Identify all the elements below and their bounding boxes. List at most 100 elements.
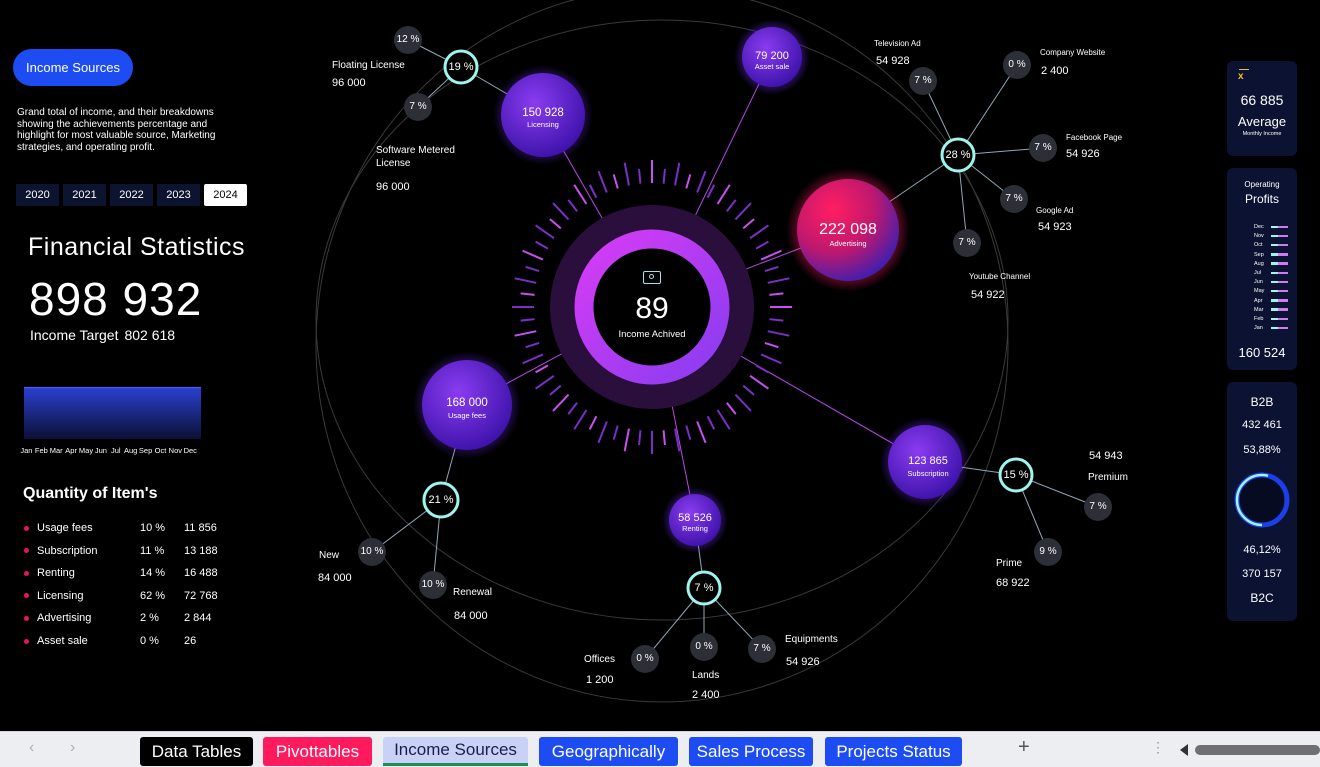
tab-projects-status[interactable]: Projects Status bbox=[825, 737, 962, 766]
op-bar-pink bbox=[1278, 289, 1288, 293]
bullet-icon bbox=[24, 615, 29, 621]
income-sources-button[interactable]: Income Sources bbox=[13, 49, 133, 86]
close-icon[interactable]: x bbox=[1238, 71, 1244, 82]
tab-pivottables[interactable]: Pivottables bbox=[263, 737, 372, 766]
tick-mark bbox=[567, 199, 578, 212]
prime-value: 68 922 bbox=[996, 577, 1030, 589]
tick-mark bbox=[767, 330, 790, 337]
node-percent: 21 % bbox=[428, 494, 454, 506]
op-bar-pink bbox=[1278, 271, 1288, 274]
op-month-label: Jan bbox=[1254, 325, 1263, 332]
tick-mark bbox=[638, 168, 642, 184]
average-card: x 66 885 Average Monthly Income bbox=[1227, 61, 1297, 156]
tick-mark bbox=[552, 202, 570, 221]
qty-count: 2 844 bbox=[184, 612, 212, 625]
add-sheet-icon[interactable]: + bbox=[1018, 736, 1030, 759]
b2c-value: 370 157 bbox=[1242, 568, 1282, 580]
tick-mark bbox=[716, 184, 731, 205]
op-month-label: Nov bbox=[1254, 233, 1264, 240]
renewal-label: Renewal bbox=[453, 587, 492, 598]
tick-mark bbox=[696, 170, 707, 193]
tick-mark bbox=[767, 277, 790, 284]
tab-income-sources[interactable]: Income Sources bbox=[383, 737, 528, 766]
more-options-icon[interactable]: ⋮ bbox=[1151, 739, 1165, 756]
op-bar-cyan bbox=[1271, 289, 1278, 293]
hub-renting-value: 58 526 bbox=[678, 512, 712, 524]
node-percent: 7 % bbox=[1089, 501, 1107, 512]
qty-count: 11 856 bbox=[184, 522, 217, 534]
tick-mark bbox=[514, 277, 537, 284]
floating-license-value: 96 000 bbox=[332, 77, 366, 89]
month-axis: Jan Feb Mar Apr May Jun Jul Aug Sep Oct Nov Dec bbox=[19, 446, 198, 455]
income-target-value: 802 618 bbox=[124, 327, 176, 343]
qty-count: 16 488 bbox=[184, 567, 218, 580]
financial-statistics-title: Financial Statistics bbox=[28, 233, 246, 261]
tick-mark bbox=[685, 174, 692, 189]
tick-mark bbox=[549, 218, 562, 230]
operating-title: Profits bbox=[1244, 192, 1279, 206]
tick-mark bbox=[769, 318, 784, 322]
tick-mark bbox=[552, 393, 570, 412]
b2b-b2c-card: B2B 432 461 53,88% 46,12% 370 157 B2C bbox=[1227, 382, 1297, 621]
scroll-left-icon[interactable] bbox=[1180, 744, 1188, 756]
hub-usage-label: Usage fees bbox=[448, 411, 486, 420]
tick-mark bbox=[764, 342, 779, 349]
description-text: Grand total of income, and their breakdo… bbox=[17, 107, 216, 153]
tick-mark bbox=[567, 402, 578, 415]
renewal-value: 84 000 bbox=[454, 610, 488, 622]
horizontal-scrollbar[interactable] bbox=[1195, 745, 1320, 755]
income-target: Income Target 802 618 bbox=[30, 327, 175, 343]
tv-ad-label: Television Ad bbox=[874, 39, 921, 48]
tab-geographically[interactable]: Geographically bbox=[539, 737, 678, 766]
year-2021-button[interactable]: 2021 bbox=[63, 184, 106, 206]
op-month-label: Aug bbox=[1254, 260, 1264, 267]
google-ad-value: 54 923 bbox=[1038, 221, 1072, 233]
company-website-label: Company Website bbox=[1040, 48, 1106, 57]
year-selector: 2020 2021 2022 2023 2024 bbox=[16, 184, 247, 206]
op-bar-pink bbox=[1278, 262, 1288, 265]
qty-pct: 0 % bbox=[140, 635, 159, 647]
node-percent: 7 % bbox=[1034, 142, 1052, 153]
year-2023-button[interactable]: 2023 bbox=[157, 184, 200, 206]
hub-asset-value: 79 200 bbox=[755, 50, 789, 62]
tab-sales-process[interactable]: Sales Process bbox=[689, 737, 813, 766]
youtube-label: Youtube Channel bbox=[969, 272, 1031, 281]
operating-profits-card: Operating Profits Dec Nov Oct Sep Aug Jul Jun M… bbox=[1227, 168, 1297, 370]
hub-asset-label: Asset sale bbox=[754, 62, 790, 71]
tick-mark bbox=[525, 342, 540, 349]
op-bar-cyan bbox=[1271, 326, 1278, 330]
money-icon bbox=[643, 271, 661, 284]
node-percent: 12 % bbox=[396, 34, 420, 45]
year-2020-button[interactable]: 2020 bbox=[16, 184, 59, 206]
op-bar-pink bbox=[1278, 225, 1288, 228]
tick-mark bbox=[734, 202, 752, 221]
op-bar-pink bbox=[1278, 308, 1288, 311]
op-bar-pink bbox=[1278, 280, 1288, 284]
hub-subscription-text: 123 865 Subscription bbox=[878, 455, 978, 478]
tick-mark bbox=[520, 318, 535, 322]
tick-mark bbox=[764, 265, 779, 272]
year-2024-button[interactable]: 2024 bbox=[204, 184, 247, 206]
tab-data-tables[interactable]: Data Tables bbox=[140, 737, 253, 766]
facebook-page-label: Facebook Page bbox=[1066, 133, 1123, 142]
year-2022-button[interactable]: 2022 bbox=[110, 184, 153, 206]
premium-value: 54 943 bbox=[1089, 450, 1123, 462]
tick-mark bbox=[760, 249, 782, 261]
node-percent: 28 % bbox=[945, 149, 971, 161]
qty-pct: 2 % bbox=[140, 612, 159, 625]
tick-mark bbox=[514, 330, 537, 337]
metered-license-value: 96 000 bbox=[376, 181, 410, 193]
premium-label: Premium bbox=[1088, 472, 1129, 483]
qty-name: Asset sale bbox=[37, 635, 88, 647]
node-percent: 0 % bbox=[636, 653, 654, 664]
tick-mark bbox=[662, 168, 666, 184]
equipments-label: Equipments bbox=[785, 634, 838, 645]
b2b-label: B2B bbox=[1250, 395, 1274, 409]
qty-name: Subscription bbox=[37, 544, 98, 557]
prev-sheet-icon[interactable]: ‹ bbox=[29, 739, 34, 757]
tick-mark bbox=[742, 384, 755, 396]
tick-mark bbox=[588, 184, 598, 199]
tick-mark bbox=[749, 375, 769, 390]
node-percent: 7 % bbox=[753, 643, 771, 654]
next-sheet-icon[interactable]: › bbox=[70, 739, 75, 757]
